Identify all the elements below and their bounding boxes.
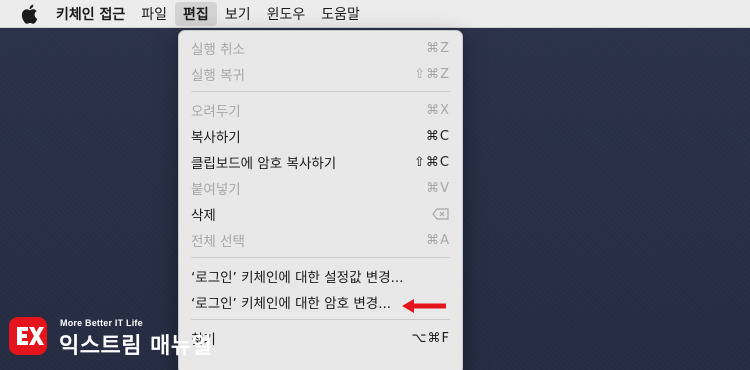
red-arrow-icon xyxy=(402,299,446,313)
menu-item-label: 클립보드에 암호 복사하기 xyxy=(191,156,337,172)
shortcut-label: ⇧⌘C xyxy=(414,154,450,170)
shortcut-label: ⌘X xyxy=(426,102,450,118)
brand-title: 익스트림 매뉴얼 xyxy=(59,334,213,359)
menu-bar: 키체인 접근 파일 편집 보기 윈도우 도움말 xyxy=(0,0,750,28)
apple-icon[interactable] xyxy=(20,4,38,24)
shortcut-label: ⌘A xyxy=(426,232,450,248)
brand-logo xyxy=(9,317,47,355)
menu-item-cut[interactable]: 오려두기 ⌘X xyxy=(179,97,462,123)
shortcut-label: ⇧⌘Z xyxy=(414,66,450,82)
menu-item-undo[interactable]: 실행 취소 ⌘Z xyxy=(179,35,462,61)
menu-separator xyxy=(191,319,450,320)
menu-file[interactable]: 파일 xyxy=(133,0,175,28)
menu-item-label: 오려두기 xyxy=(191,104,241,120)
menu-item-copy[interactable]: 복사하기 ⌘C xyxy=(179,123,462,149)
edit-dropdown-menu: 실행 취소 ⌘Z 실행 복귀 ⇧⌘Z 오려두기 ⌘X 복사하기 ⌘C 클립보드에… xyxy=(178,30,463,370)
delete-key-icon xyxy=(432,201,450,227)
menu-item-select-all[interactable]: 전체 선택 ⌘A xyxy=(179,227,462,253)
shortcut-label: ⌘C xyxy=(425,128,450,144)
menu-item-change-keychain-settings[interactable]: ‘로그인’ 키체인에 대한 설정값 변경... xyxy=(179,263,462,289)
shortcut-label: ⌘V xyxy=(426,180,450,196)
menu-item-label: 실행 취소 xyxy=(191,42,245,58)
menu-item-label: 실행 복귀 xyxy=(191,68,245,84)
shortcut-label: ⌘Z xyxy=(426,40,450,56)
brand-subtitle: More Better IT Life xyxy=(60,318,143,328)
menu-window[interactable]: 윈도우 xyxy=(259,0,314,28)
menu-item-paste[interactable]: 붙여넣기 ⌘V xyxy=(179,175,462,201)
menu-item-label: 복사하기 xyxy=(191,130,241,146)
menu-app-name[interactable]: 키체인 접근 xyxy=(56,0,133,28)
menu-help[interactable]: 도움말 xyxy=(313,0,368,28)
menu-separator xyxy=(191,257,450,258)
menu-separator xyxy=(191,91,450,92)
menu-item-copy-password[interactable]: 클립보드에 암호 복사하기 ⇧⌘C xyxy=(179,149,462,175)
shortcut-label: ⌥⌘F xyxy=(411,330,450,346)
menu-view[interactable]: 보기 xyxy=(217,0,259,28)
menu-item-label: 전체 선택 xyxy=(191,234,245,250)
menu-item-label: ‘로그인’ 키체인에 대한 설정값 변경... xyxy=(191,270,404,286)
menu-item-redo[interactable]: 실행 복귀 ⇧⌘Z xyxy=(179,61,462,87)
menu-item-find[interactable]: 찾기 ⌥⌘F xyxy=(179,325,462,351)
menu-edit[interactable]: 편집 xyxy=(175,1,217,26)
menu-item-label: 붙여넣기 xyxy=(191,182,241,198)
menu-item-label: ‘로그인’ 키체인에 대한 암호 변경... xyxy=(191,296,392,312)
menu-item-delete[interactable]: 삭제 xyxy=(179,201,462,227)
menu-item-label: 삭제 xyxy=(191,208,216,224)
